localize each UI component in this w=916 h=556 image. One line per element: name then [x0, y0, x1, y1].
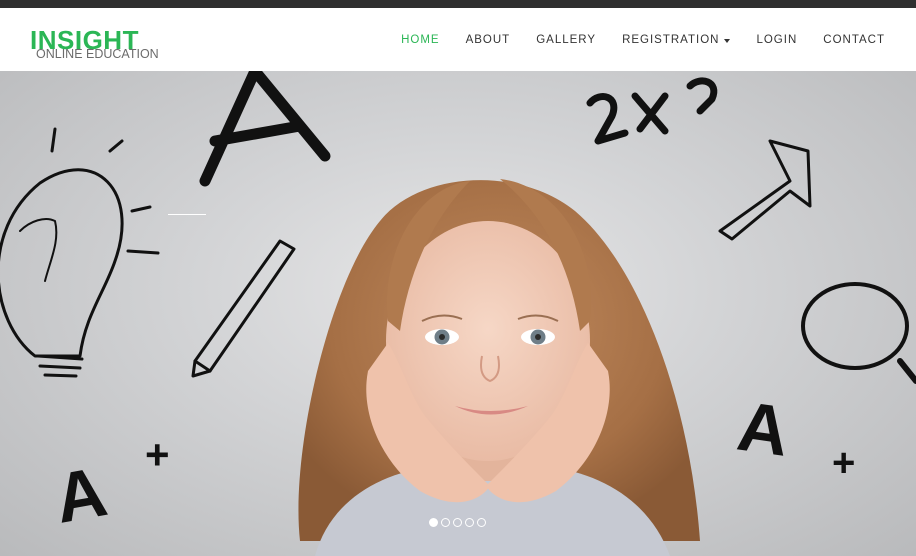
- nav-registration-label: REGISTRATION: [622, 34, 720, 46]
- nav-gallery[interactable]: GALLERY: [536, 33, 596, 47]
- nav-login[interactable]: LOGIN: [756, 33, 797, 47]
- hero-slider: A + A +: [0, 71, 916, 556]
- nav-home[interactable]: HOME: [401, 33, 440, 47]
- magnifier-doodle: [801, 282, 909, 370]
- main-nav: HOME ABOUT GALLERY REGISTRATION LOGIN CO…: [375, 33, 885, 47]
- plus-doodle-left: +: [145, 431, 170, 478]
- slide-caption-divider: [168, 214, 206, 215]
- grade-a-doodle-right: A: [733, 387, 794, 471]
- slide-dot-3[interactable]: [453, 518, 462, 527]
- grade-a-doodle-left: A: [49, 452, 112, 538]
- slider-pagination: [429, 518, 489, 527]
- brand-tagline: ONLINE EDUCATION: [36, 47, 159, 61]
- nav-contact-label: CONTACT: [823, 34, 885, 46]
- slide-dot-4[interactable]: [465, 518, 474, 527]
- nav-about-label: ABOUT: [465, 34, 511, 46]
- navbar: INSIGHT ONLINE EDUCATION HOME ABOUT GALL…: [0, 8, 916, 71]
- nav-gallery-label: GALLERY: [536, 34, 597, 46]
- caret-down-icon: [724, 38, 731, 43]
- hero-image: A + A +: [0, 71, 916, 556]
- nav-home-label: HOME: [401, 34, 440, 46]
- top-border-bar: [0, 0, 916, 8]
- nav-registration-dropdown[interactable]: REGISTRATION: [622, 33, 731, 47]
- arrow-doodle: [718, 139, 812, 241]
- slide-dot-2[interactable]: [441, 518, 450, 527]
- nav-contact[interactable]: CONTACT: [823, 33, 885, 47]
- slide-dot-5[interactable]: [477, 518, 486, 527]
- nav-login-label: LOGIN: [756, 34, 798, 46]
- pencil-doodle: [193, 239, 296, 373]
- lightbulb-doodle: [0, 168, 124, 358]
- plus-doodle-right: +: [832, 441, 855, 485]
- nav-about[interactable]: ABOUT: [466, 33, 511, 47]
- slide-dot-1[interactable]: [429, 518, 438, 527]
